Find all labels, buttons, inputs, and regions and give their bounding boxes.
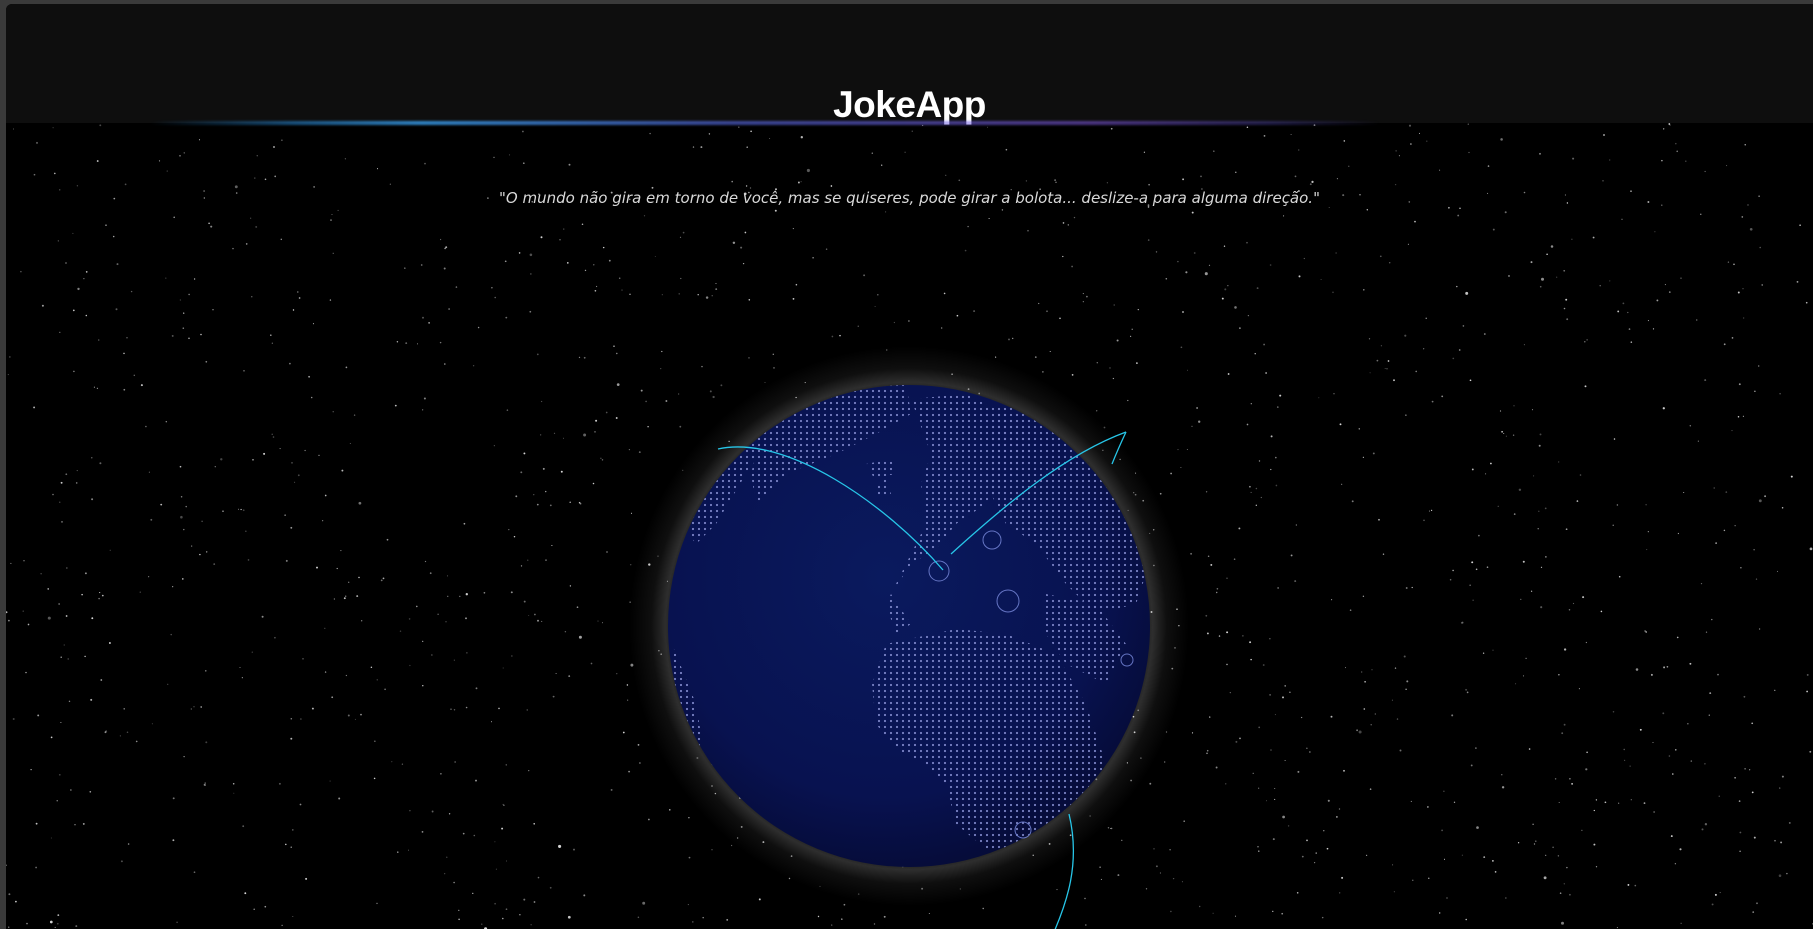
app-header: JokeApp [6,4,1813,125]
header-glow-line [6,121,1813,125]
app-title: JokeApp [833,84,986,125]
tagline-quote: "O mundo não gira em torno de você, mas … [499,189,1320,207]
app-window: JokeApp "O mundo não gira em torno de vo… [6,4,1813,929]
globe-canvas[interactable] [6,4,1813,929]
